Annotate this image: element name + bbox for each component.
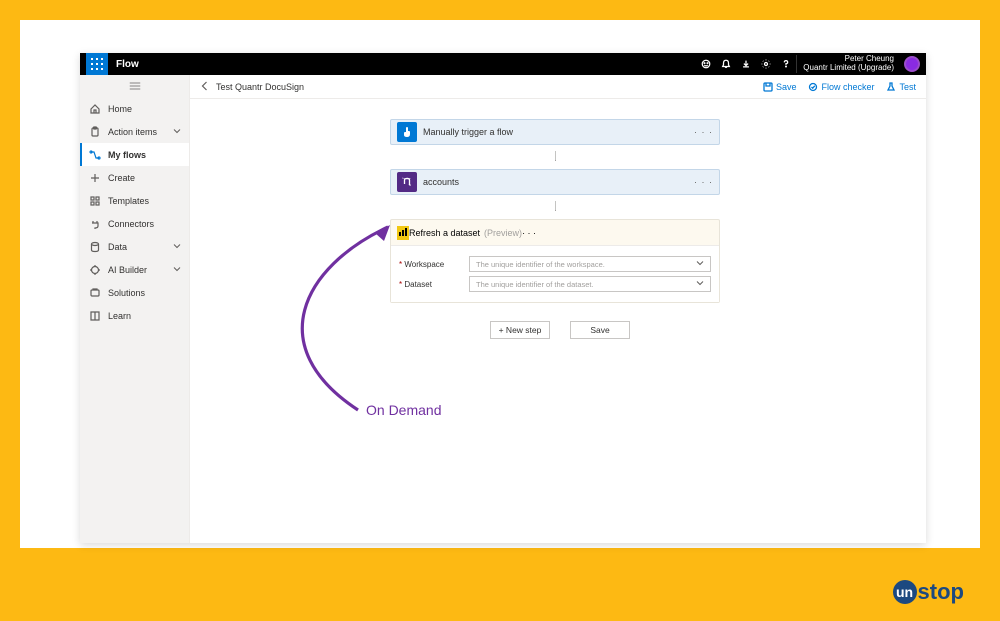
flow-checker-button[interactable]: Flow checker	[808, 82, 874, 92]
new-step-button[interactable]: + New step	[490, 321, 550, 339]
test-button[interactable]: Test	[886, 82, 916, 92]
save-button[interactable]: Save	[570, 321, 630, 339]
account-info[interactable]: Peter Cheung Quantr Limited (Upgrade)	[796, 55, 900, 73]
download-icon[interactable]	[736, 54, 756, 74]
sidebar-item-connectors[interactable]: Connectors	[80, 212, 189, 235]
sidebar-item-label: Home	[108, 104, 132, 114]
data-icon	[88, 240, 102, 254]
settings-icon[interactable]	[756, 54, 776, 74]
quantr-icon: DocuSign	[397, 172, 417, 192]
tenant-name: Quantr Limited (Upgrade)	[803, 64, 894, 73]
sidebar-item-create[interactable]: Create	[80, 166, 189, 189]
svg-text:DocuSign: DocuSign	[402, 178, 411, 180]
dataset-dropdown[interactable]: The unique identifier of the dataset.	[469, 276, 711, 292]
chevron-down-icon	[173, 242, 181, 252]
chevron-down-icon	[696, 259, 704, 269]
dataset-label: Dataset	[399, 280, 469, 289]
sidebar-item-solutions[interactable]: Solutions	[80, 281, 189, 304]
chevron-down-icon	[696, 279, 704, 289]
save-button[interactable]: Save	[763, 82, 797, 92]
notifications-icon[interactable]	[716, 54, 736, 74]
sidebar-item-label: Connectors	[108, 219, 154, 229]
app-launcher-button[interactable]	[86, 53, 108, 75]
clipboard-icon	[88, 125, 102, 139]
unstop-logo: unstop	[893, 579, 964, 605]
connector-arrow-icon	[555, 195, 556, 219]
sidebar-item-data[interactable]: Data	[80, 235, 189, 258]
sidebar-item-label: Templates	[108, 196, 149, 206]
main: Test Quantr DocuSign Save Flow checker T…	[190, 75, 926, 543]
templates-icon	[88, 194, 102, 208]
annotation-text: On Demand	[366, 402, 441, 418]
avatar[interactable]	[904, 56, 920, 72]
flow-title: Test Quantr DocuSign	[216, 82, 304, 92]
sidebar-item-templates[interactable]: Templates	[80, 189, 189, 212]
home-icon	[88, 102, 102, 116]
app-brand: Flow	[116, 59, 139, 70]
ai-icon	[88, 263, 102, 277]
sidebar-item-label: Action items	[108, 127, 157, 137]
step-accounts[interactable]: DocuSign accounts · · ·	[390, 169, 720, 195]
step-title: Refresh a dataset(Preview)	[409, 228, 522, 238]
step-title: Manually trigger a flow	[423, 127, 513, 137]
solutions-icon	[88, 286, 102, 300]
unstop-logo-mark: un	[893, 580, 917, 604]
flow-icon	[88, 148, 102, 162]
sidebar: Home Action items My flows Create Templa…	[80, 75, 190, 543]
sidebar-item-label: Solutions	[108, 288, 145, 298]
step-menu-button[interactable]: · · ·	[694, 177, 713, 187]
step-manual-trigger[interactable]: Manually trigger a flow · · ·	[390, 119, 720, 145]
sidebar-item-label: Learn	[108, 311, 131, 321]
chevron-down-icon	[173, 265, 181, 275]
workspace-dropdown[interactable]: The unique identifier of the workspace.	[469, 256, 711, 272]
feedback-icon[interactable]	[696, 54, 716, 74]
sidebar-item-my-flows[interactable]: My flows	[80, 143, 189, 166]
powerbi-icon	[397, 226, 409, 240]
connector-arrow-icon	[555, 145, 556, 169]
app-window: Flow Peter Cheung Quantr Limited (Upgrad…	[80, 53, 926, 543]
sidebar-item-ai-builder[interactable]: AI Builder	[80, 258, 189, 281]
back-button[interactable]	[200, 81, 210, 93]
connectors-icon	[88, 217, 102, 231]
sidebar-item-label: My flows	[108, 150, 146, 160]
flow-canvas: Manually trigger a flow · · · DocuSign a…	[190, 99, 926, 543]
touch-icon	[397, 122, 417, 142]
app-topbar: Flow Peter Cheung Quantr Limited (Upgrad…	[80, 53, 926, 75]
step-menu-button[interactable]: · · ·	[522, 228, 536, 238]
sidebar-item-label: Data	[108, 242, 127, 252]
command-bar: Test Quantr DocuSign Save Flow checker T…	[190, 75, 926, 99]
sidebar-collapse-button[interactable]	[80, 75, 189, 97]
sidebar-item-label: Create	[108, 173, 135, 183]
step-title: accounts	[423, 177, 459, 187]
chevron-down-icon	[173, 127, 181, 137]
step-refresh-dataset[interactable]: Refresh a dataset(Preview) · · · Workspa…	[390, 219, 720, 303]
sidebar-item-home[interactable]: Home	[80, 97, 189, 120]
workspace-label: Workspace	[399, 260, 469, 269]
step-menu-button[interactable]: · · ·	[694, 127, 713, 137]
sidebar-item-label: AI Builder	[108, 265, 147, 275]
help-icon[interactable]	[776, 54, 796, 74]
sidebar-item-learn[interactable]: Learn	[80, 304, 189, 327]
sidebar-item-action-items[interactable]: Action items	[80, 120, 189, 143]
book-icon	[88, 309, 102, 323]
plus-icon	[88, 171, 102, 185]
